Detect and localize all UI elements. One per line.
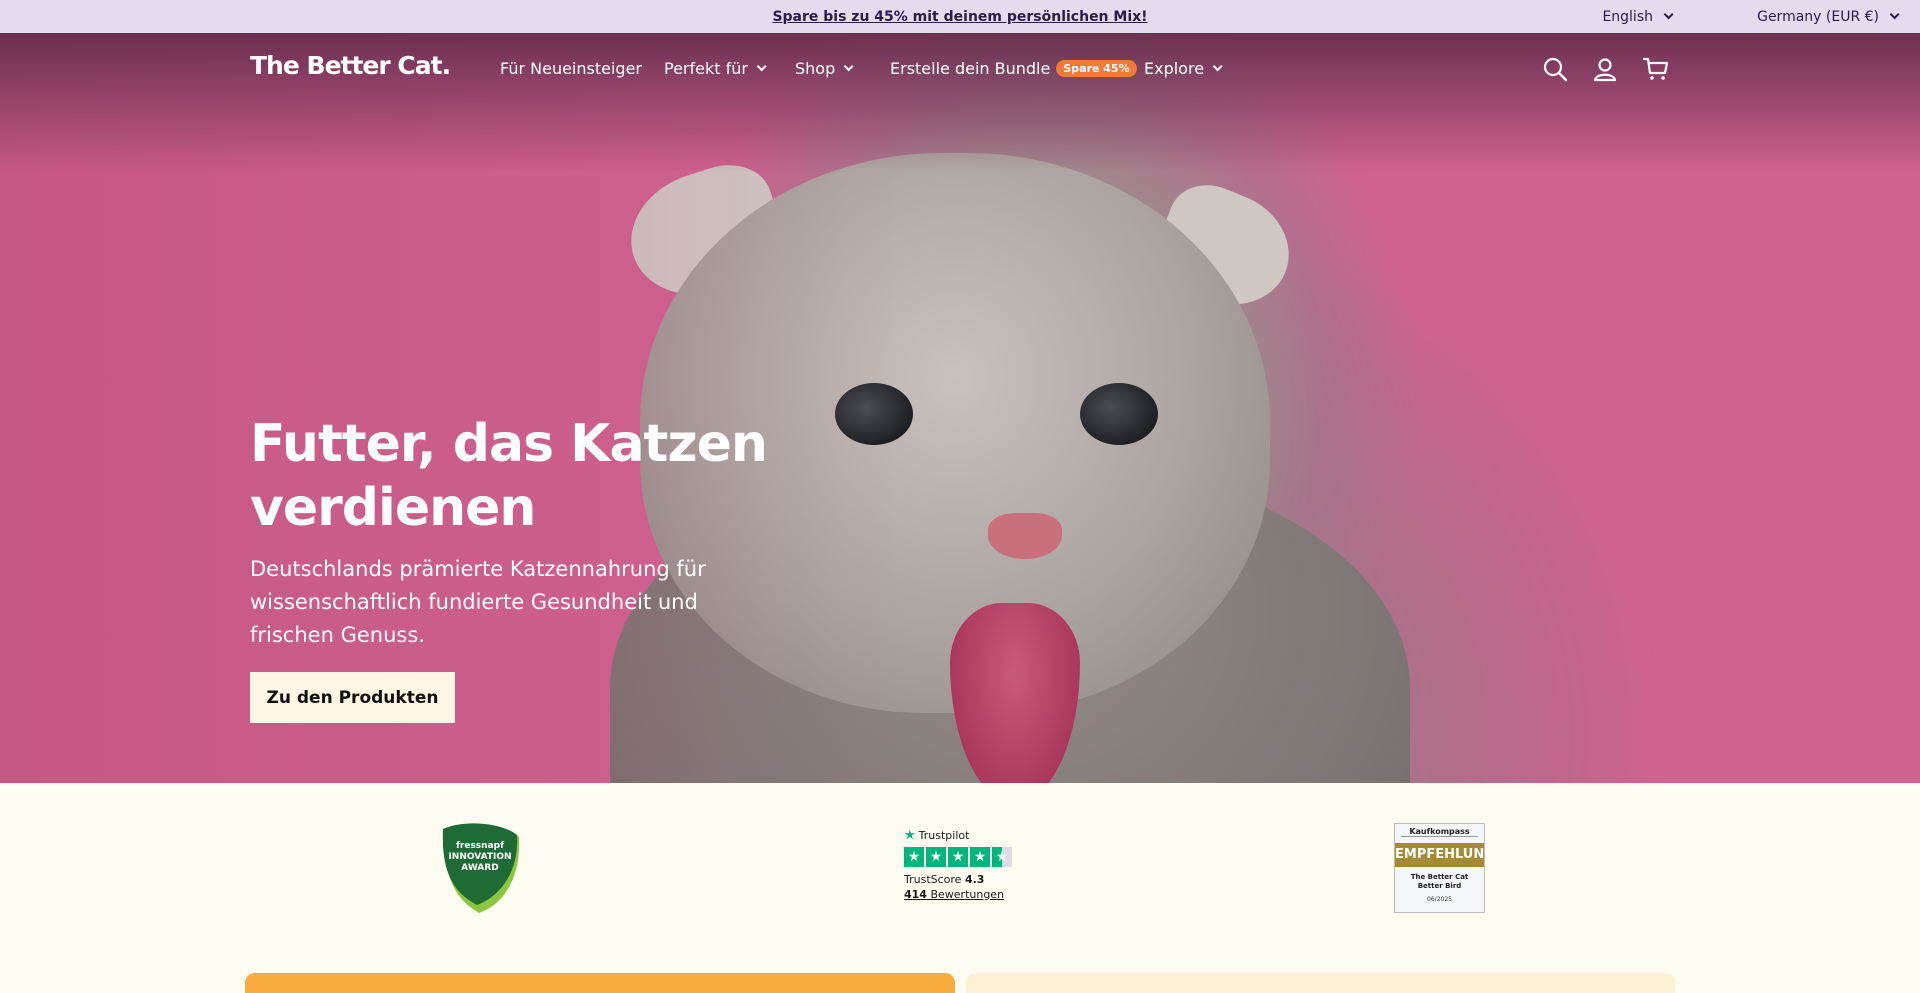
- chevron-down-icon: [843, 61, 854, 72]
- site-logo[interactable]: The Better Cat.: [250, 51, 451, 80]
- account-icon[interactable]: [1591, 55, 1619, 83]
- nav-item-neueinsteiger[interactable]: Für Neueinsteiger: [500, 59, 642, 78]
- country-label: Germany (EUR €): [1757, 8, 1879, 25]
- review-count-link[interactable]: 414 Bewertungen: [904, 888, 1034, 901]
- fressnapf-award-badge: fressnapf INNOVATION AWARD: [437, 823, 523, 915]
- products-button[interactable]: Zu den Produkten: [250, 672, 455, 723]
- kaufkompass-badge: Kaufkompass EMPFEHLUNG The Better Cat Be…: [1394, 823, 1485, 913]
- nav-item-perfekt-fuer[interactable]: Perfekt für: [664, 59, 767, 78]
- main-header: The Better Cat. Für Neueinsteiger Perfek…: [0, 33, 1920, 103]
- chevron-down-icon: [1212, 61, 1223, 72]
- hero-banner: [0, 33, 1920, 783]
- fressnapf-line1: INNOVATION: [448, 852, 512, 862]
- kaufkompass-product-line1: The Better Cat: [1410, 873, 1469, 881]
- star-icon: ★: [904, 847, 924, 867]
- fressnapf-brand: fressnapf: [455, 841, 504, 851]
- hero-title: Futter, das Katzen verdienen: [250, 414, 768, 538]
- awards-strip: fressnapf INNOVATION AWARD ★ Trustpilot …: [0, 783, 1920, 993]
- cart-icon[interactable]: [1642, 55, 1670, 83]
- hero-subtitle: Deutschlands prämierte Katzennahrung für…: [250, 557, 706, 647]
- chevron-down-icon: [1663, 9, 1674, 20]
- announcement-bar: Spare bis zu 45% mit deinem persönlichen…: [0, 0, 1920, 33]
- discount-badge: Spare 45%: [1056, 60, 1137, 77]
- trustpilot-star-icon: ★: [904, 828, 916, 843]
- promo-link[interactable]: Spare bis zu 45% mit deinem persönlichen…: [772, 9, 1147, 25]
- half-star-icon: ★: [992, 847, 1012, 867]
- trust-score: TrustScore 4.3: [904, 873, 985, 886]
- star-icon: ★: [970, 847, 990, 867]
- nav-item-shop[interactable]: Shop: [795, 59, 854, 78]
- country-selector[interactable]: Germany (EUR €): [1757, 8, 1900, 25]
- search-icon[interactable]: [1541, 55, 1569, 83]
- nav-item-explore[interactable]: Explore: [1144, 59, 1223, 78]
- chevron-down-icon: [1889, 9, 1900, 20]
- trustpilot-brand: Trustpilot: [918, 829, 970, 842]
- language-selector[interactable]: English: [1602, 8, 1674, 25]
- language-label: English: [1602, 8, 1653, 25]
- kaufkompass-label: EMPFEHLUNG: [1395, 843, 1484, 867]
- promo-card-orange[interactable]: [245, 973, 955, 993]
- fressnapf-line2: AWARD: [461, 863, 499, 873]
- kaufkompass-product-line2: Better Bird: [1417, 882, 1462, 890]
- kaufkompass-date: 06/2025: [1427, 896, 1452, 903]
- rating-stars: ★ ★ ★ ★ ★: [904, 847, 1034, 867]
- kaufkompass-brand: Kaufkompass: [1401, 827, 1478, 837]
- promo-card-cream[interactable]: [966, 973, 1675, 993]
- star-icon: ★: [948, 847, 968, 867]
- chevron-down-icon: [756, 61, 767, 72]
- star-icon: ★: [926, 847, 946, 867]
- trustpilot-widget[interactable]: ★ Trustpilot ★ ★ ★ ★ ★ TrustScore 4.3 41…: [904, 828, 1034, 901]
- nav-item-bundle[interactable]: Erstelle dein Bundle Spare 45%: [890, 59, 1137, 78]
